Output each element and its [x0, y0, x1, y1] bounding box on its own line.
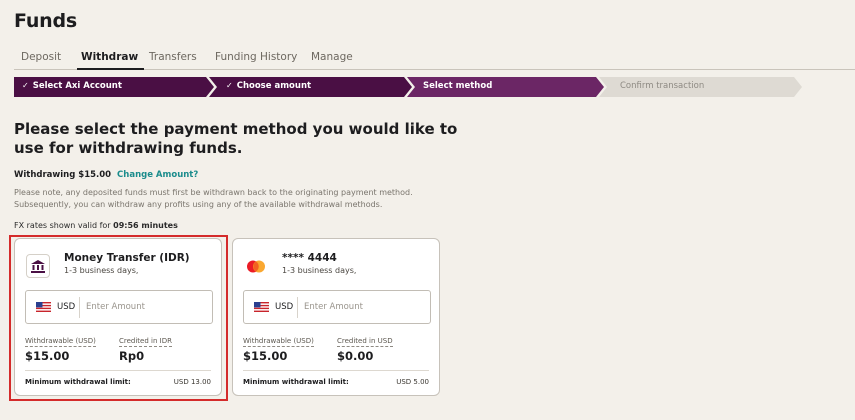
payment-method-card-mastercard[interactable]: **** 4444 1-3 business days, USD Withdra…	[232, 238, 440, 396]
fx-validity: FX rates shown valid for 09:56 minutes	[14, 221, 178, 230]
page-title: Funds	[14, 10, 77, 32]
currency-code: USD	[275, 302, 294, 312]
withdrawable-label: Withdrawable (USD)	[25, 337, 96, 347]
tab-withdraw[interactable]: Withdraw	[81, 51, 138, 63]
fx-prefix: FX rates shown valid for	[14, 221, 111, 230]
tab-funding-history[interactable]: Funding History	[215, 51, 297, 63]
section-heading: Please select the payment method you wou…	[14, 120, 458, 157]
divider	[297, 297, 298, 318]
currency-code: USD	[57, 302, 76, 312]
step-confirm-transaction: Confirm transaction	[620, 81, 705, 91]
min-limit-label: Minimum withdrawal limit:	[25, 378, 131, 386]
step-label: Choose amount	[236, 81, 312, 91]
withdrawing-line: Withdrawing $15.00 Change Amount?	[14, 170, 198, 180]
min-limit-label: Minimum withdrawal limit:	[243, 378, 349, 386]
divider	[79, 297, 80, 318]
method-processing-time: 1-3 business days,	[282, 266, 357, 275]
step-select-method: Select method	[423, 81, 493, 91]
step-select-account: ✓ Select Axi Account	[22, 81, 122, 91]
withdrawable-label: Withdrawable (USD)	[243, 337, 314, 347]
step-label: Select Axi Account	[32, 81, 122, 91]
withdrawal-note: Please note, any deposited funds must fi…	[14, 188, 413, 209]
fx-timer: 09:56 minutes	[113, 221, 178, 230]
amount-input[interactable]	[304, 296, 424, 318]
amount-input[interactable]	[86, 296, 206, 318]
withdrawing-amount: Withdrawing $15.00	[14, 170, 112, 180]
credited-label: Credited in IDR	[119, 337, 172, 347]
change-amount-link[interactable]: Change Amount?	[117, 170, 198, 180]
us-flag-icon	[254, 302, 269, 312]
card-divider	[243, 370, 429, 371]
bank-icon	[26, 254, 50, 278]
step-choose-amount: ✓ Choose amount	[226, 81, 311, 91]
method-processing-time: 1-3 business days,	[64, 266, 139, 275]
mastercard-icon	[244, 254, 268, 278]
withdrawable-value: $15.00	[25, 349, 70, 363]
mastercard-icon-glyph	[247, 260, 265, 272]
amount-field: USD	[243, 290, 431, 324]
credited-value: Rp0	[119, 349, 145, 363]
funds-tabs: Deposit Withdraw Transfers Funding Histo…	[14, 46, 855, 70]
check-icon: ✓	[22, 81, 29, 90]
card-divider	[25, 370, 211, 371]
method-name: **** 4444	[282, 252, 337, 264]
us-flag-icon	[36, 302, 51, 312]
tab-deposit[interactable]: Deposit	[21, 51, 61, 63]
tab-manage[interactable]: Manage	[311, 51, 353, 63]
credited-value: $0.00	[337, 349, 374, 363]
check-icon: ✓	[226, 81, 233, 90]
min-limit-value: USD 13.00	[173, 378, 211, 386]
amount-field: USD	[25, 290, 213, 324]
tab-transfers[interactable]: Transfers	[149, 51, 197, 63]
min-limit-value: USD 5.00	[396, 378, 429, 386]
payment-method-card-money-transfer[interactable]: Money Transfer (IDR) 1-3 business days, …	[14, 238, 222, 396]
withdrawable-value: $15.00	[243, 349, 288, 363]
progress-stepper: ✓ Select Axi Account ✓ Choose amount Selec…	[14, 77, 804, 97]
credited-label: Credited in USD	[337, 337, 393, 347]
method-name: Money Transfer (IDR)	[64, 252, 190, 264]
active-tab-underline	[77, 68, 144, 70]
bank-icon-glyph	[31, 259, 45, 273]
